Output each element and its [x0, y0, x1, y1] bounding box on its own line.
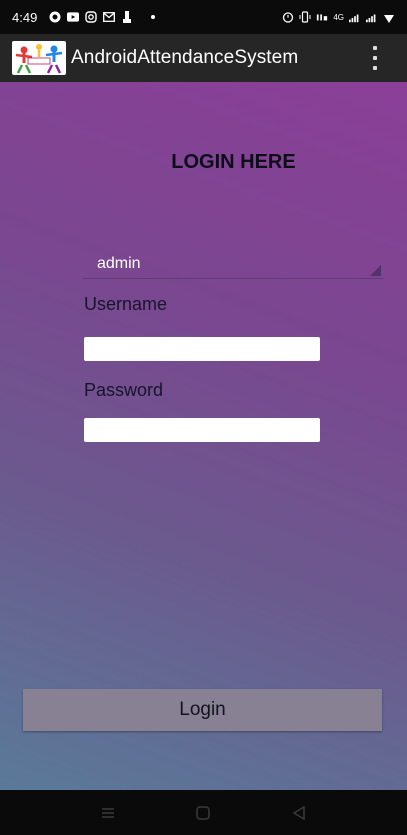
signal-4g-label: 4G — [333, 12, 344, 22]
instagram-icon — [85, 11, 98, 23]
signal-secondary-icon — [366, 11, 378, 23]
whatsapp-icon — [49, 11, 61, 23]
login-screen: LOGIN HERE admin Username Password Login — [0, 82, 407, 790]
status-left: 4:49 — [12, 10, 159, 25]
app-logo-icon — [12, 41, 66, 75]
role-select[interactable]: admin — [83, 250, 383, 279]
login-button[interactable]: Login — [23, 689, 382, 731]
login-heading: LOGIN HERE — [171, 151, 296, 173]
password-input[interactable] — [84, 418, 320, 442]
gmail-icon — [103, 11, 116, 23]
back-icon[interactable] — [284, 798, 314, 828]
username-input[interactable] — [84, 337, 320, 361]
overflow-dot — [373, 46, 377, 50]
app-title: AndroidAttendanceSystem — [71, 47, 299, 68]
overflow-dot — [373, 66, 377, 70]
app-bar: AndroidAttendanceSystem — [0, 34, 407, 82]
username-label: Username — [84, 294, 168, 314]
youtube-icon — [67, 11, 80, 23]
overflow-menu-icon[interactable] — [371, 46, 379, 70]
password-label: Password — [84, 380, 164, 400]
dropdown-triangle-icon — [370, 265, 381, 276]
overflow-dot — [373, 56, 377, 60]
status-bar: 4:49 4G — [0, 0, 407, 34]
status-right: 4G — [282, 11, 395, 23]
vibrate-icon — [299, 11, 311, 23]
recent-apps-icon[interactable] — [93, 798, 123, 828]
status-time: 4:49 — [12, 9, 38, 25]
system-nav-bar — [0, 790, 407, 835]
notification-icon — [121, 11, 133, 23]
wifi-icon — [383, 11, 395, 23]
alarm-icon — [282, 11, 294, 23]
home-icon[interactable] — [188, 798, 218, 828]
role-select-value: admin — [97, 255, 141, 272]
more-notifications-icon — [147, 11, 159, 23]
signal-icon — [349, 11, 361, 23]
volte-icon — [316, 11, 328, 23]
